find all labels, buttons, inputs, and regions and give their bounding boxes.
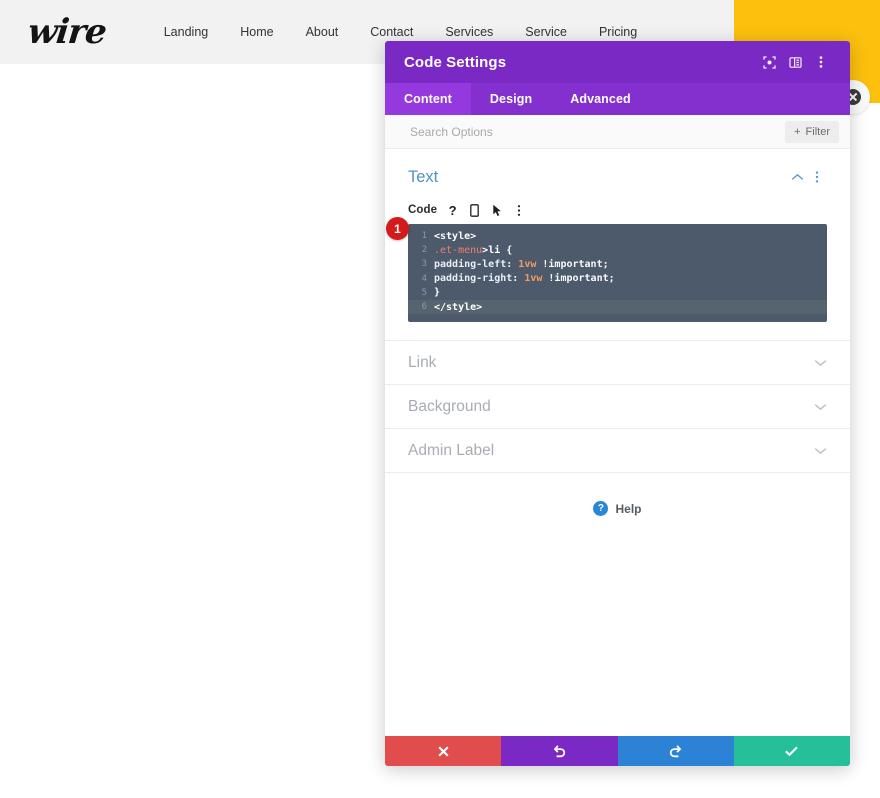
- cursor-icon[interactable]: [490, 203, 503, 217]
- layout-panel-icon[interactable]: [782, 49, 808, 75]
- section-text-header[interactable]: Text: [408, 167, 827, 187]
- modal-footer: [385, 736, 850, 766]
- filter-button-label: Filter: [805, 125, 830, 138]
- nav-item-landing[interactable]: Landing: [148, 17, 225, 47]
- modal-titlebar: Code Settings: [385, 41, 850, 83]
- code-field-label-row: Code ?: [408, 203, 827, 217]
- code-line-text: .et-menu>li {: [434, 244, 513, 256]
- tab-content[interactable]: Content: [385, 83, 471, 115]
- modal-body: Text Code ? 1 1 <style> 2 .et-menu>li {…: [385, 149, 850, 736]
- code-line-text: padding-right: 1vw !important;: [434, 273, 615, 285]
- tab-advanced[interactable]: Advanced: [551, 83, 650, 115]
- kebab-menu-icon[interactable]: [808, 49, 834, 75]
- kebab-menu-icon[interactable]: [807, 167, 827, 187]
- chevron-down-icon[interactable]: [814, 358, 827, 367]
- code-line-number: 6: [421, 302, 427, 313]
- modal-title: Code Settings: [404, 53, 507, 71]
- check-icon: [785, 746, 799, 757]
- code-line: 5}: [408, 286, 827, 300]
- tab-design[interactable]: Design: [471, 83, 551, 115]
- code-line-text: </style>: [434, 301, 483, 313]
- code-line: 2 .et-menu>li {: [408, 243, 827, 257]
- redo-button[interactable]: [617, 736, 734, 766]
- code-line-text: <style>: [434, 230, 477, 242]
- undo-icon: [553, 745, 566, 758]
- code-line: 3 padding-left: 1vw !important;: [408, 257, 827, 271]
- section-link[interactable]: Link: [385, 341, 850, 385]
- section-admin-label-title: Admin Label: [408, 441, 495, 459]
- section-background-title: Background: [408, 397, 491, 415]
- code-line-number: 5: [421, 287, 427, 298]
- code-field-label: Code: [408, 204, 438, 216]
- code-line-number: 1: [421, 231, 427, 242]
- code-line: 4 padding-right: 1vw !important;: [408, 272, 827, 286]
- section-link-title: Link: [408, 353, 437, 371]
- help-icon: ?: [593, 501, 609, 516]
- plus-icon: +: [794, 125, 801, 138]
- code-line-text: }: [434, 287, 441, 299]
- nav-item-home[interactable]: Home: [224, 17, 289, 47]
- step-badge: 1: [386, 217, 409, 240]
- code-line: 6 </style>: [408, 299, 827, 315]
- modal-tabs: Content Design Advanced: [385, 83, 850, 115]
- mobile-icon[interactable]: [468, 203, 481, 217]
- code-editor[interactable]: 1 <style> 2 .et-menu>li { 3 padding-left: 1vw…: [408, 224, 827, 322]
- section-text-title: Text: [408, 167, 439, 186]
- kebab-menu-icon[interactable]: [512, 203, 525, 217]
- help-row[interactable]: ? Help: [385, 473, 850, 516]
- code-line-text: padding-left: 1vw !important;: [434, 258, 609, 270]
- undo-button[interactable]: [501, 736, 618, 766]
- target-icon[interactable]: [756, 49, 782, 75]
- search-options-row: + Filter: [385, 115, 850, 149]
- section-background[interactable]: Background: [385, 385, 850, 429]
- code-line-number: 2: [421, 245, 427, 256]
- code-line: 1 <style>: [408, 229, 827, 243]
- redo-icon: [669, 745, 682, 758]
- search-input[interactable]: [408, 123, 786, 140]
- filter-button[interactable]: + Filter: [785, 120, 839, 143]
- chevron-up-icon[interactable]: [787, 167, 807, 187]
- code-editor-wrap: 1 1 <style> 2 .et-menu>li { 3 padding-left: 1…: [386, 217, 827, 322]
- section-admin-label[interactable]: Admin Label: [385, 429, 850, 473]
- chevron-down-icon[interactable]: [814, 402, 827, 411]
- section-text: Text Code ? 1 1 <style> 2 .et-menu>li {…: [385, 149, 850, 341]
- code-line-number: 3: [421, 259, 427, 270]
- nav-item-about[interactable]: About: [290, 17, 355, 47]
- save-button[interactable]: [733, 736, 850, 766]
- help-label: Help: [615, 501, 642, 516]
- site-logo[interactable]: wire: [26, 12, 108, 52]
- code-settings-modal: Code Settings Content Design Advanced Se…: [385, 41, 850, 766]
- chevron-down-icon[interactable]: [814, 446, 827, 455]
- code-line-number: 4: [421, 273, 427, 284]
- cancel-button[interactable]: [385, 736, 502, 766]
- close-icon: [438, 745, 449, 757]
- help-icon[interactable]: ?: [446, 203, 459, 217]
